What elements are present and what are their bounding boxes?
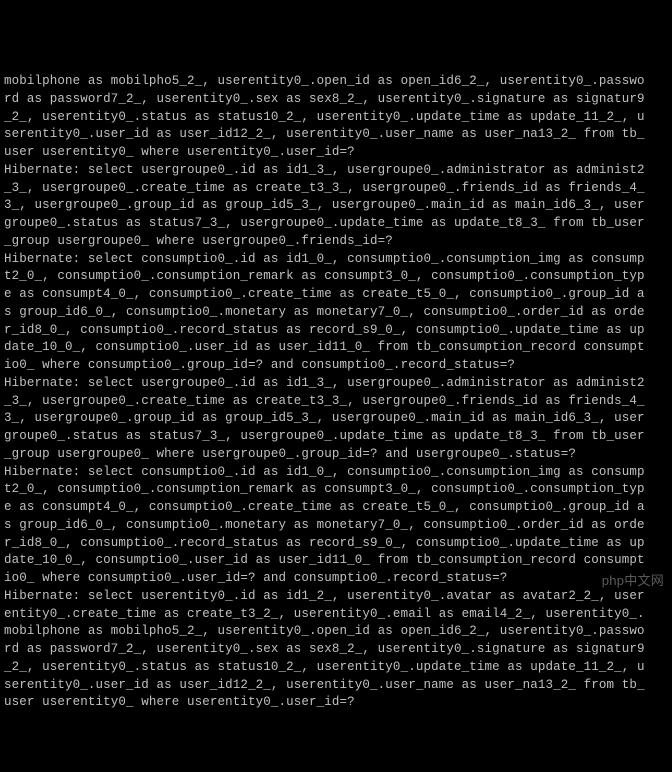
watermark-text: php中文网 xyxy=(602,572,664,590)
terminal-output: mobilphone as mobilpho5_2_, userentity0_… xyxy=(4,73,668,665)
